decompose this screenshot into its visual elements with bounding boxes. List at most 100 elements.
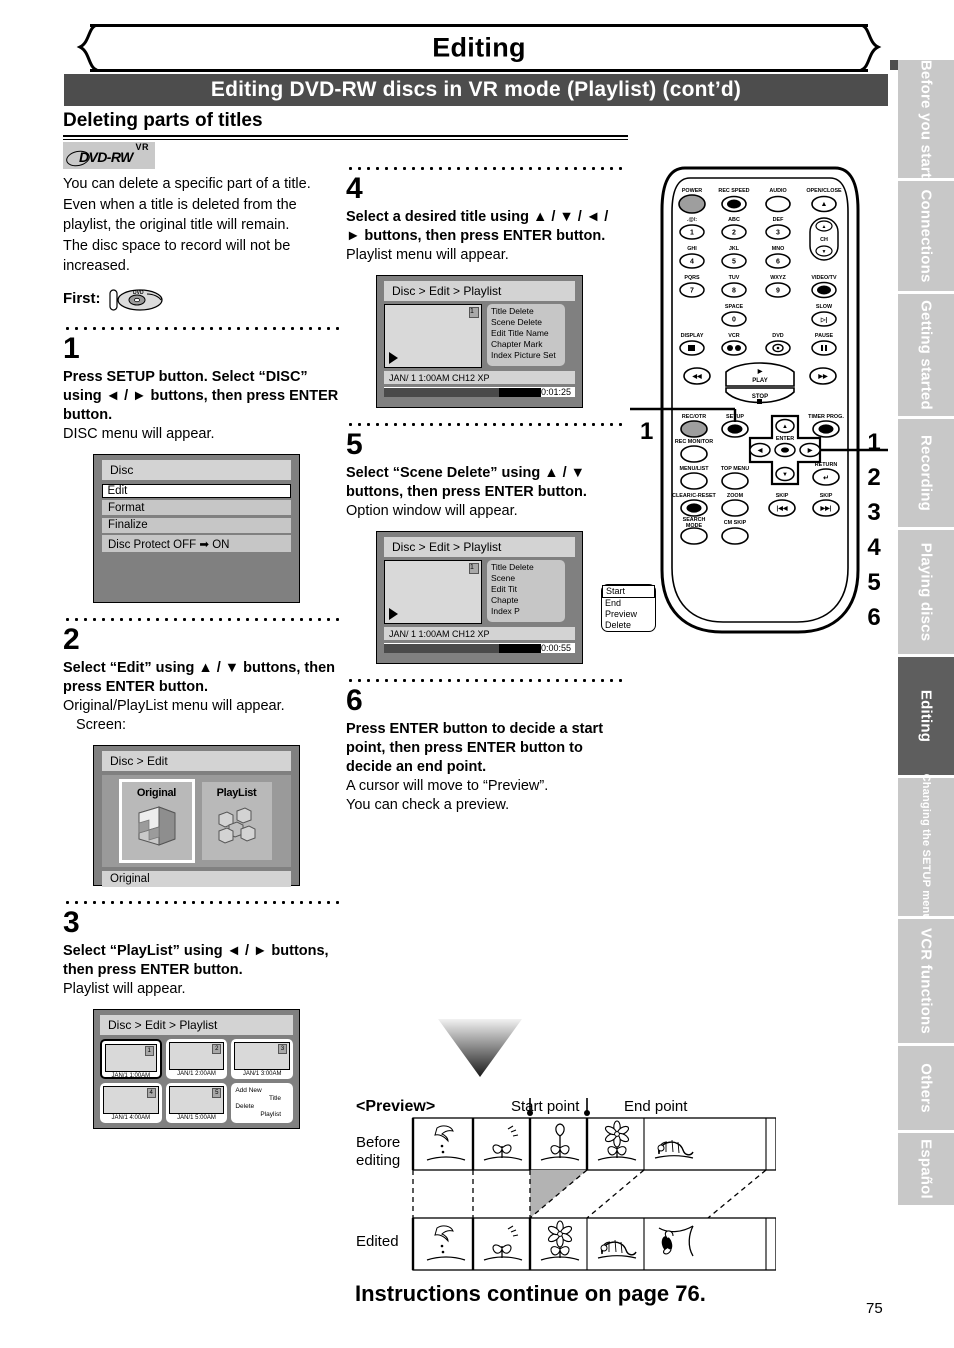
osd-step5-screen: Disc > Edit > Playlist 1 Title Delete Sc… <box>376 531 656 664</box>
remote-callout-1: 1 <box>867 429 881 456</box>
step-number-1: 1 <box>63 331 80 365</box>
original-cube-icon <box>138 805 175 846</box>
svg-text:DVD: DVD <box>133 290 144 296</box>
osd-step5-time: 0:00:55 <box>540 643 571 653</box>
tab-changing-the-setup-menu[interactable]: Changing the SETUP menu <box>898 774 954 920</box>
tab-playing-discs[interactable]: Playing discs <box>898 530 954 654</box>
tab-label-0: Before you start <box>917 59 935 179</box>
thumb-number-1: 1 <box>144 1045 154 1056</box>
svg-text:9: 9 <box>776 288 780 295</box>
remote-callout-4: 4 <box>867 534 881 561</box>
svg-text:▲: ▲ <box>782 424 788 430</box>
thumb-image-1: 1 <box>105 1043 157 1072</box>
osd-step4-title-number: 1 <box>469 307 479 318</box>
thumb-timestamp-4: JAN/1 4:00AM <box>111 1114 151 1121</box>
osd-item-format[interactable]: Format <box>102 500 291 515</box>
svg-text:◀: ◀ <box>757 447 763 454</box>
scene-delete-popup: Start End Preview Delete <box>601 584 656 632</box>
playlist-thumb-4[interactable]: 4 JAN/1 4:00AM <box>100 1082 162 1123</box>
thumb-number-5: 5 <box>212 1087 222 1098</box>
step-divider-5 <box>346 419 626 426</box>
osd-item-edit[interactable]: Edit <box>102 483 291 498</box>
thumb-timestamp-2: JAN/1 2:00AM <box>177 1070 216 1077</box>
svg-text:▲: ▲ <box>821 201 828 208</box>
popup-item-start[interactable]: Start <box>602 585 655 598</box>
tab-before-you-start[interactable]: Before you start <box>898 60 954 178</box>
tab-label-6: Changing the SETUP menu <box>920 773 932 921</box>
svg-text:◀◀: ◀◀ <box>691 373 702 380</box>
menu5-item-index-picture-set[interactable]: Index P <box>491 606 565 617</box>
intro-text: You can delete a specific part of a titl… <box>63 174 343 277</box>
svg-text:▼: ▼ <box>782 472 788 478</box>
tab-others[interactable]: Others <box>898 1046 954 1130</box>
osd-playlist-thumbs: 1 JAN/1 1:00AM 2 JAN/1 2:00AM 3 JAN/1 3:… <box>94 1035 299 1127</box>
svg-text:▶: ▶ <box>807 447 813 454</box>
osd-card-original[interactable]: Original <box>118 778 195 863</box>
popup-item-preview[interactable]: Preview <box>602 609 655 620</box>
svg-text:DEF: DEF <box>773 217 784 223</box>
thumb-number-2: 2 <box>212 1043 222 1054</box>
step-number-4: 4 <box>346 172 363 205</box>
playlist-thumb-5[interactable]: 5 JAN/1 5:00AM <box>165 1082 228 1123</box>
svg-text:6: 6 <box>776 259 780 266</box>
menu-item-title-delete[interactable]: Title Delete <box>491 306 534 316</box>
svg-text:.@/:: .@/: <box>687 217 697 223</box>
osd-item-finalize[interactable]: Finalize <box>102 517 291 533</box>
tab-editing[interactable]: Editing <box>898 657 954 775</box>
menu5-item-scene-delete[interactable]: Scene <box>491 573 565 584</box>
thumb-image-4: 4 <box>103 1085 159 1114</box>
playlist-options-card[interactable]: Add New Title Delete Playlist <box>231 1082 293 1123</box>
menu-item-edit-title-name[interactable]: Edit Title Name <box>491 328 565 339</box>
osd-card-playlist[interactable]: PlayList <box>201 781 272 860</box>
osd-item-disc-protect[interactable]: Disc Protect OFF ➡ ON <box>102 535 291 552</box>
tab-recording[interactable]: Recording <box>898 419 954 527</box>
menu5-item-chapter-mark[interactable]: Chapte <box>491 595 565 606</box>
first-label: First: <box>63 290 101 307</box>
svg-text:|◀◀: |◀◀ <box>777 505 788 512</box>
play-triangle-icon-2 <box>389 608 398 620</box>
osd-step5-menu: Title Delete Scene Edit Tit Chapte Index… <box>487 560 656 632</box>
tab-getting-started[interactable]: Getting started <box>898 294 954 416</box>
svg-text:REC MONITOR: REC MONITOR <box>675 439 713 445</box>
playlist-thumb-2[interactable]: 2 JAN/1 2:00AM <box>165 1038 228 1079</box>
step-5-bold: Select “Scene Delete” using ▲ / ▼ button… <box>346 465 587 500</box>
svg-text:5: 5 <box>732 259 736 266</box>
menu5-item-edit-title-name[interactable]: Edit Tit <box>491 584 565 595</box>
menu5-item-title-delete[interactable]: Title Delete <box>491 562 565 573</box>
tab-vcr-functions[interactable]: VCR functions <box>898 919 954 1043</box>
osd-step4-menu: Title Delete Scene Delete Edit Title Nam… <box>487 304 565 366</box>
menu-item-scene-delete[interactable]: Scene Delete <box>491 317 565 328</box>
tab-espanol[interactable]: Español <box>898 1133 954 1205</box>
svg-text:MENU/LIST: MENU/LIST <box>679 466 709 472</box>
sub-heading-rule <box>63 139 628 140</box>
tab-connections[interactable]: Connections <box>898 181 954 291</box>
remote-callout-5: 5 <box>867 569 881 596</box>
menu-item-index-picture-set[interactable]: Index Picture Set <box>491 350 565 361</box>
step-5-note: Option window will appear. <box>346 503 518 519</box>
thumb-image-5: 5 <box>168 1085 225 1114</box>
osd-edit-menu: Disc > Edit Original PlayList Original <box>93 744 300 887</box>
sub-heading: Deleting parts of titles <box>63 110 628 137</box>
svg-text:CH: CH <box>820 237 828 243</box>
side-tab-strip: Before you start Connections Getting sta… <box>898 60 954 1208</box>
menu-item-chapter-mark[interactable]: Chapter Mark <box>491 339 565 350</box>
svg-text:SKIP: SKIP <box>820 493 833 499</box>
osd-step5-title-number: 1 <box>469 563 479 574</box>
tab-label-4: Playing discs <box>917 542 935 642</box>
svg-text:VIDEO/TV: VIDEO/TV <box>811 275 837 281</box>
playlist-thumb-3[interactable]: 3 JAN/1 3:00AM <box>231 1038 293 1079</box>
svg-text:CM SKIP: CM SKIP <box>724 520 747 526</box>
osd-card-original-label: Original <box>136 786 177 799</box>
playlist-thumb-1[interactable]: 1 JAN/1 1:00AM <box>100 1038 162 1079</box>
svg-text:3: 3 <box>776 230 780 237</box>
step-2-screen-label: Screen: <box>76 716 126 733</box>
svg-text:RETURN: RETURN <box>815 462 838 468</box>
remote-control-diagram: POWER REC SPEED AUDIO OPEN/CLOSE ▲ .@/: ABC… <box>630 160 890 640</box>
popup-item-delete[interactable]: Delete <box>602 620 655 631</box>
logo-dvdrw-text: DVD-RW <box>79 149 133 165</box>
thumb-timestamp-1: JAN/1 1:00AM <box>111 1072 151 1079</box>
progress-remaining <box>498 387 541 397</box>
svg-text:▶▶|: ▶▶| <box>820 505 832 512</box>
popup-item-end[interactable]: End <box>602 598 655 609</box>
tab-label-9: Español <box>917 1139 935 1199</box>
